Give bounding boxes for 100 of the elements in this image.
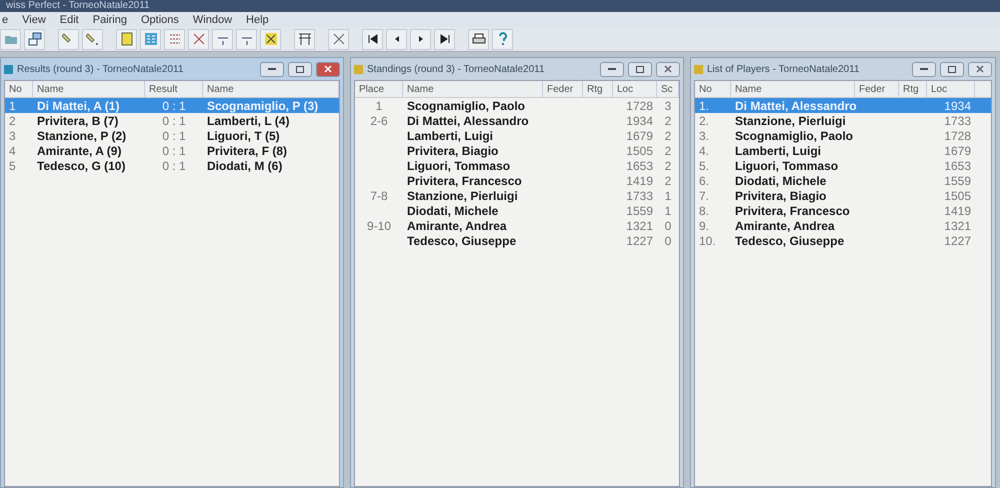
menu-item[interactable]: e: [2, 14, 8, 26]
column-header[interactable]: Name: [203, 81, 339, 97]
table-cell-text: 2: [8, 114, 17, 128]
close-button[interactable]: [316, 62, 340, 76]
menu-item[interactable]: Help: [246, 14, 269, 26]
column-header[interactable]: Result: [145, 81, 203, 97]
column-header[interactable]: Feder: [855, 81, 899, 97]
menu-item[interactable]: Edit: [60, 14, 79, 26]
column-header[interactable]: Place: [355, 81, 403, 97]
column-header[interactable]: Feder: [543, 81, 583, 97]
maximize-button[interactable]: [288, 62, 312, 76]
table-cell-text: Tedesco, Giuseppe: [406, 234, 518, 248]
minimize-icon: [268, 68, 276, 70]
row-highlight[interactable]: 3 Stanzione, P (2) 0 : 1 Liguori, T (5): [5, 128, 339, 143]
table-cell-text: 1: [8, 98, 17, 112]
menu-item[interactable]: Pairing: [92, 14, 127, 26]
column-header[interactable]: Name: [403, 81, 543, 97]
table-cell-text: 0 : 1: [161, 158, 187, 172]
column-header[interactable]: Loc: [613, 81, 657, 97]
column-header[interactable]: Rtg: [899, 81, 927, 97]
toolbar-button[interactable]: [362, 28, 383, 50]
row-highlight[interactable]: 4. Lamberti, Luigi 1679: [695, 143, 991, 158]
toolbar-button[interactable]: [434, 28, 455, 50]
table-cell-text: Lamberti, Luigi: [734, 144, 822, 158]
window-icon: [354, 64, 363, 74]
row-highlight[interactable]: 1 Scognamiglio, Paolo 1728 3: [355, 98, 679, 113]
row-highlight[interactable]: 6. Diodati, Michele 1559: [695, 173, 991, 188]
table-cell-text: 7.: [698, 188, 710, 202]
table-cell-text: 3.: [698, 128, 710, 142]
table-cell-text: 1: [374, 98, 384, 112]
menu-item[interactable]: Window: [192, 14, 232, 26]
toolbar-button[interactable]: [212, 28, 233, 50]
column-header[interactable]: Loc: [927, 81, 975, 97]
toolbar-button[interactable]: [24, 28, 45, 50]
row-highlight[interactable]: 5. Liguori, Tommaso 1653: [695, 158, 991, 173]
row-highlight[interactable]: Diodati, Michele 1559 1: [355, 203, 679, 218]
column-header[interactable]: No: [5, 81, 33, 97]
maximize-button[interactable]: [940, 62, 964, 76]
table-cell-text: 10.: [698, 234, 717, 248]
column-header[interactable]: Rtg: [583, 81, 613, 97]
table-cell-text: 1653: [943, 158, 972, 172]
row-highlight[interactable]: Lamberti, Luigi 1679 2: [355, 128, 679, 143]
close-icon: [324, 65, 332, 73]
table-cell-text: 2: [664, 174, 672, 188]
table-cell-text: Diodati, M (6): [206, 158, 284, 172]
toolbar-button[interactable]: [236, 28, 257, 50]
row-highlight[interactable]: 5 Tedesco, G (10) 0 : 1 Diodati, M (6): [5, 158, 339, 173]
table-cell-text: Stanzione, Pierluigi: [406, 188, 519, 202]
table-cell-text: Privitera, Francesco: [734, 204, 851, 218]
minimize-button[interactable]: [260, 62, 284, 76]
table-cell-text: Stanzione, P (2): [36, 128, 128, 142]
export-icon: [28, 32, 42, 46]
table-cell-text: 1227: [625, 234, 654, 248]
table-cell-text: 2-6: [369, 114, 389, 128]
table-cell-text: 1733: [625, 188, 654, 202]
row-highlight[interactable]: 10. Tedesco, Giuseppe 1227: [695, 233, 991, 248]
maximize-icon: [948, 66, 956, 72]
window-title: wiss Perfect - TorneoNatale2011: [0, 0, 1000, 12]
maximize-button[interactable]: [628, 62, 652, 76]
close-button[interactable]: [656, 62, 680, 76]
row-highlight[interactable]: 9. Amirante, Andrea 1321: [695, 218, 991, 233]
table-cell-text: 7-8: [369, 188, 389, 202]
row-highlight[interactable]: 7. Privitera, Biagio 1505: [695, 188, 991, 203]
toolbar-button[interactable]: [294, 28, 315, 50]
row-highlight[interactable]: 8. Privitera, Francesco 1419: [695, 203, 991, 218]
row-highlight[interactable]: 9-10 Amirante, Andrea 1321 0: [355, 218, 679, 233]
table-cell-text: 6.: [698, 174, 710, 188]
column-header[interactable]: Name: [731, 81, 855, 97]
last-icon: [438, 32, 452, 46]
table-cell-text: Scognamiglio, Paolo: [406, 98, 526, 112]
table-cell-text: 0 : 1: [161, 114, 187, 128]
row-highlight[interactable]: 2-6 Di Mattei, Alessandro 1934 2: [355, 113, 679, 128]
table-cell-text: 1321: [625, 218, 654, 232]
column-header[interactable]: Sc: [657, 81, 679, 97]
menu-item[interactable]: Options: [141, 14, 179, 26]
window-icon: [694, 64, 703, 74]
row-highlight[interactable]: Liguori, Tommaso 1653 2: [355, 158, 679, 173]
row-highlight[interactable]: 2. Stanzione, Pierluigi 1733: [695, 113, 991, 128]
toolbar-button[interactable]: [260, 28, 281, 50]
close-button[interactable]: [968, 62, 992, 76]
row-highlight[interactable]: 4 Amirante, A (9) 0 : 1 Privitera, F (8): [5, 143, 339, 158]
table-cell-text: 0 : 1: [161, 128, 187, 142]
table-cell-text: 1679: [625, 128, 654, 142]
row-highlight[interactable]: 2 Privitera, B (7) 0 : 1 Lamberti, L (4): [5, 113, 339, 128]
row-highlight[interactable]: Tedesco, Giuseppe 1227 0: [355, 233, 679, 248]
row-highlight[interactable]: 7-8 Stanzione, Pierluigi 1733 1: [355, 188, 679, 203]
column-header[interactable]: Name: [33, 81, 145, 97]
toolbar-button[interactable]: [386, 28, 407, 50]
table-cell-text: Liguori, Tommaso: [406, 158, 512, 172]
row-highlight[interactable]: Privitera, Francesco 1419 2: [355, 173, 679, 188]
menu-item[interactable]: View: [22, 14, 46, 26]
toolbar-button[interactable]: [410, 28, 431, 50]
minimize-button[interactable]: [600, 62, 624, 76]
row-highlight[interactable]: Privitera, Biagio 1505 2: [355, 143, 679, 158]
row-highlight[interactable]: 3. Scognamiglio, Paolo 1728: [695, 128, 991, 143]
table-cell-text: 1653: [625, 158, 654, 172]
minimize-button[interactable]: [912, 62, 936, 76]
toolbar-button[interactable]: [468, 28, 489, 50]
column-header[interactable]: No: [695, 81, 731, 97]
window-icon: [4, 64, 13, 74]
